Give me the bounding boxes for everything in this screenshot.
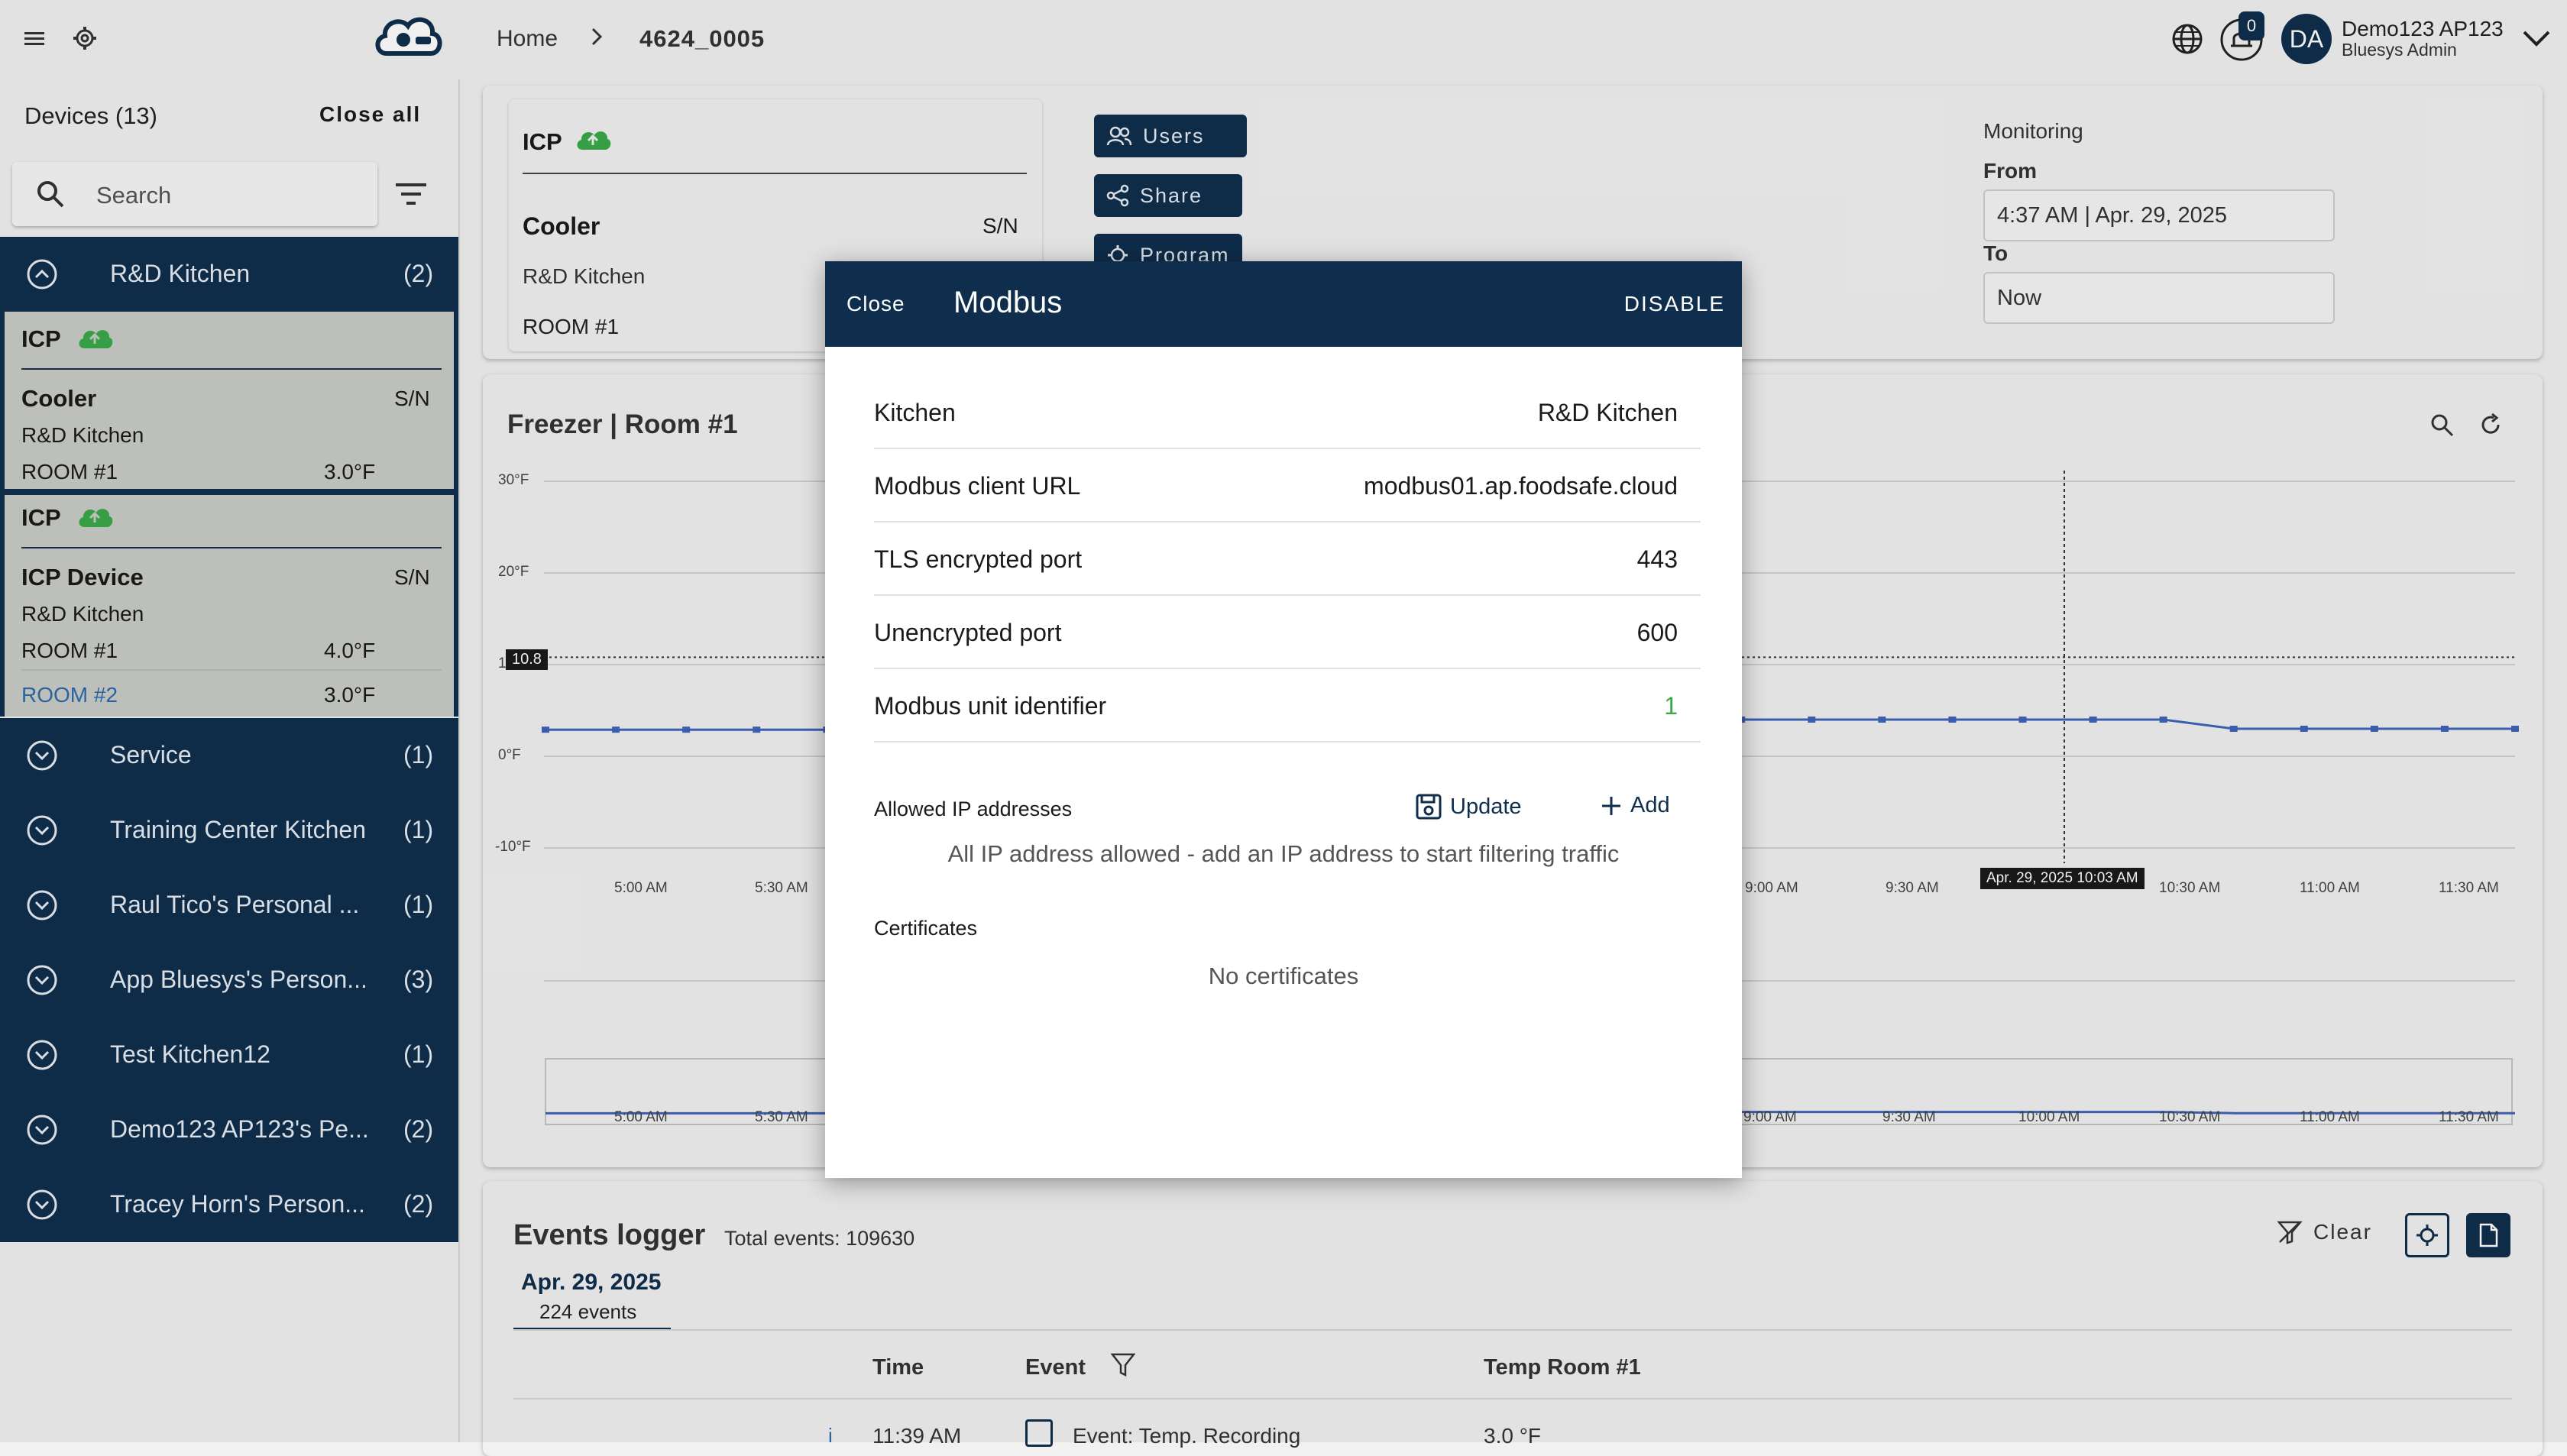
modbus-dialog: Close Modbus DISABLE Kitchen R&D Kitchen… — [825, 261, 1742, 1178]
row-value: 1 — [1664, 692, 1678, 720]
row-key: Modbus client URL — [874, 472, 1081, 500]
save-icon — [1416, 794, 1442, 820]
update-label: Update — [1450, 794, 1522, 819]
row-client-url: Modbus client URL modbus01.ap.foodsafe.c… — [874, 448, 1701, 523]
add-label: Add — [1630, 793, 1670, 817]
row-value: R&D Kitchen — [1537, 399, 1678, 426]
plus-icon — [1602, 796, 1620, 815]
ip-empty-message: All IP address allowed - add an IP addre… — [947, 840, 1620, 867]
row-key: TLS encrypted port — [874, 545, 1083, 573]
add-ip-button[interactable]: Add — [1600, 793, 1670, 818]
row-value: 600 — [1636, 619, 1678, 646]
certificates-label: Certificates — [874, 917, 978, 940]
dialog-header: Close Modbus DISABLE — [825, 261, 1742, 347]
row-kitchen: Kitchen R&D Kitchen — [874, 374, 1701, 449]
row-key: Unencrypted port — [874, 619, 1062, 646]
row-value: modbus01.ap.foodsafe.cloud — [1364, 472, 1678, 500]
row-key: Kitchen — [874, 399, 956, 426]
row-unencrypted-port: Unencrypted port 600 — [874, 594, 1701, 669]
dialog-title: Modbus — [953, 286, 1063, 319]
certificates-empty-message: No certificates — [1208, 963, 1359, 989]
row-value: 443 — [1636, 545, 1678, 573]
row-unit-identifier: Modbus unit identifier 1 — [874, 668, 1701, 743]
close-button[interactable]: Close — [846, 292, 905, 316]
row-key: Modbus unit identifier — [874, 692, 1107, 720]
row-tls-port: TLS encrypted port 443 — [874, 521, 1701, 596]
allowed-ip-label: Allowed IP addresses — [874, 798, 1073, 820]
disable-button[interactable]: DISABLE — [1624, 292, 1725, 316]
update-button[interactable]: Update — [1415, 793, 1522, 820]
